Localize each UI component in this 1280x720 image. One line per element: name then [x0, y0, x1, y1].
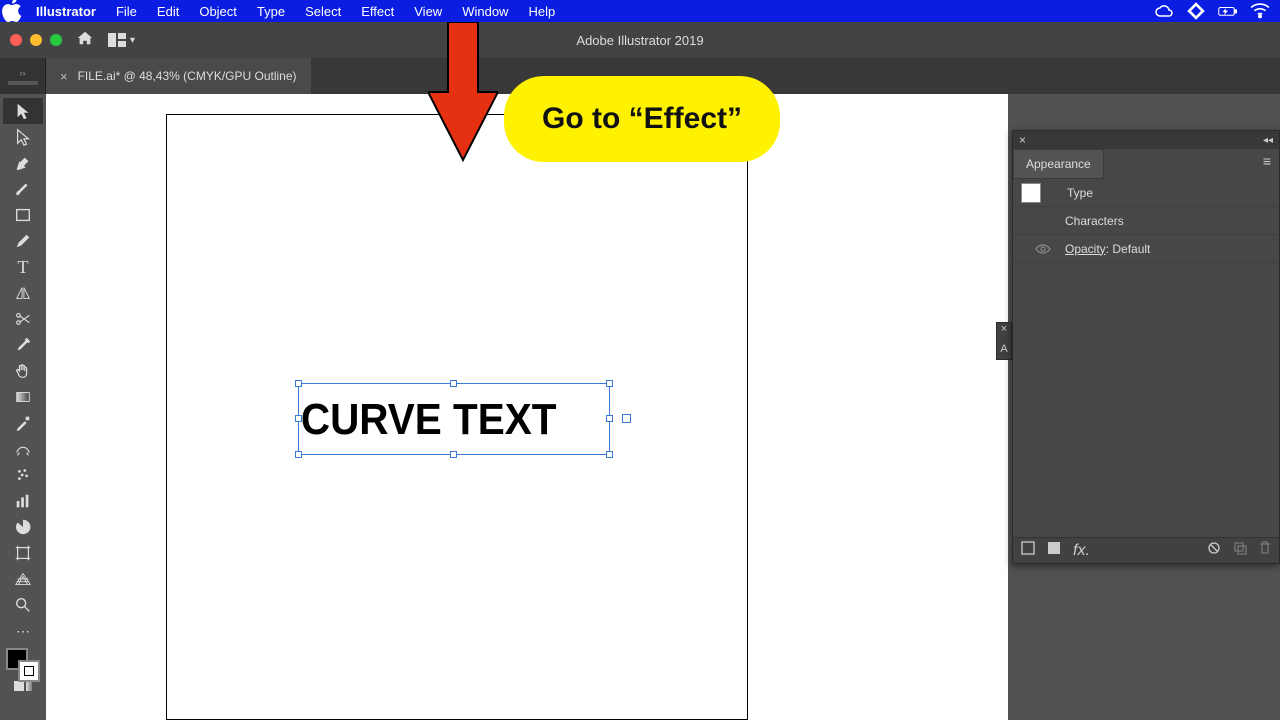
- text-content: CURVE TEXT: [299, 384, 584, 456]
- arrange-documents-button[interactable]: ▾: [108, 33, 135, 47]
- menu-select[interactable]: Select: [295, 4, 351, 19]
- menu-effect[interactable]: Effect: [351, 4, 404, 19]
- pie-chart-tool[interactable]: [3, 514, 43, 540]
- expand-panels-button[interactable]: ››: [0, 58, 46, 94]
- opacity-value: : Default: [1106, 242, 1151, 256]
- collapsed-panel-tab[interactable]: × A: [996, 322, 1012, 360]
- add-effect-icon[interactable]: fx.: [1073, 542, 1090, 560]
- app-title: Adobe Illustrator 2019: [576, 33, 703, 48]
- menu-view[interactable]: View: [404, 4, 452, 19]
- appearance-panel-footer: fx.: [1013, 537, 1279, 563]
- row-label: Type: [1067, 186, 1093, 200]
- add-fill-icon[interactable]: [1047, 541, 1061, 560]
- type-tool[interactable]: T: [3, 254, 43, 280]
- resize-handle[interactable]: [450, 380, 457, 387]
- duplicate-item-icon[interactable]: [1233, 541, 1247, 560]
- appearance-row-characters[interactable]: Characters: [1013, 207, 1279, 235]
- paintbrush-tool[interactable]: [3, 176, 43, 202]
- direct-selection-tool[interactable]: [3, 124, 43, 150]
- color-picker-tool[interactable]: [3, 410, 43, 436]
- clear-appearance-icon[interactable]: [1207, 541, 1221, 560]
- close-icon[interactable]: ×: [997, 323, 1011, 339]
- type-swatch: [1021, 183, 1041, 203]
- pen-tool[interactable]: [3, 150, 43, 176]
- document-tab-label: FILE.ai* @ 48,43% (CMYK/GPU Outline): [78, 69, 297, 83]
- hand-tool[interactable]: [3, 358, 43, 384]
- row-label: Characters: [1065, 214, 1124, 228]
- menu-edit[interactable]: Edit: [147, 4, 189, 19]
- window-controls: [0, 34, 62, 46]
- panel-close-icon[interactable]: ×: [1013, 133, 1032, 147]
- zoom-tool[interactable]: [3, 592, 43, 618]
- resize-handle[interactable]: [295, 380, 302, 387]
- callout-text: Go to “Effect”: [542, 102, 742, 135]
- close-tab-icon[interactable]: ×: [60, 69, 68, 84]
- battery-icon[interactable]: [1218, 3, 1238, 19]
- warp-tool[interactable]: [3, 436, 43, 462]
- appearance-panel: × ◂◂ Appearance ≡ Type Characters Opacit…: [1012, 130, 1280, 564]
- color-mode-row[interactable]: [3, 682, 43, 698]
- scissors-tool[interactable]: [3, 306, 43, 332]
- menu-file[interactable]: File: [106, 4, 147, 19]
- menu-type[interactable]: Type: [247, 4, 295, 19]
- chevron-down-icon: ▾: [130, 35, 135, 46]
- zoom-window-button[interactable]: [50, 34, 62, 46]
- appearance-row-opacity[interactable]: Opacity: Default: [1013, 235, 1279, 263]
- resize-handle[interactable]: [606, 415, 613, 422]
- menu-object[interactable]: Object: [189, 4, 247, 19]
- edit-toolbar-button[interactable]: ⋯: [3, 618, 43, 644]
- selection-tool[interactable]: [3, 98, 43, 124]
- wifi-icon[interactable]: [1250, 3, 1270, 19]
- document-tab[interactable]: × FILE.ai* @ 48,43% (CMYK/GPU Outline): [46, 58, 311, 94]
- macos-menubar: Illustrator File Edit Object Type Select…: [0, 0, 1280, 22]
- panel-collapse-icon[interactable]: ◂◂: [1263, 135, 1279, 146]
- artboard-tool[interactable]: [3, 540, 43, 566]
- eyedropper-tool[interactable]: [3, 332, 43, 358]
- resize-handle[interactable]: [606, 451, 613, 458]
- resize-handle[interactable]: [606, 380, 613, 387]
- app-name: Illustrator: [26, 4, 106, 19]
- visibility-toggle-icon[interactable]: [1021, 243, 1065, 255]
- menu-window[interactable]: Window: [452, 4, 518, 19]
- resize-handle[interactable]: [295, 451, 302, 458]
- collapsed-panel-label: A: [997, 339, 1011, 359]
- diamond-icon[interactable]: [1186, 3, 1206, 19]
- stroke-color[interactable]: [18, 660, 40, 682]
- add-stroke-icon[interactable]: [1021, 541, 1035, 560]
- annotation-arrow: [428, 22, 498, 167]
- menu-help[interactable]: Help: [518, 4, 565, 19]
- minimize-window-button[interactable]: [30, 34, 42, 46]
- appearance-row-type[interactable]: Type: [1013, 179, 1279, 207]
- cc-cloud-icon[interactable]: [1154, 3, 1174, 19]
- text-out-port[interactable]: [622, 414, 631, 423]
- tools-panel: T ⋯: [0, 94, 46, 720]
- delete-item-icon[interactable]: [1259, 541, 1271, 560]
- resize-handle[interactable]: [295, 415, 302, 422]
- selected-text-object[interactable]: CURVE TEXT: [298, 383, 610, 455]
- reflect-tool[interactable]: [3, 280, 43, 306]
- column-graph-tool[interactable]: [3, 488, 43, 514]
- perspective-grid-tool[interactable]: [3, 566, 43, 592]
- appearance-tab[interactable]: Appearance: [1013, 149, 1104, 179]
- gradient-tool[interactable]: [3, 384, 43, 410]
- resize-handle[interactable]: [450, 451, 457, 458]
- close-window-button[interactable]: [10, 34, 22, 46]
- panel-menu-icon[interactable]: ≡: [1255, 149, 1279, 179]
- app-titlebar: ▾ Adobe Illustrator 2019: [0, 22, 1280, 58]
- symbol-sprayer-tool[interactable]: [3, 462, 43, 488]
- home-icon[interactable]: [76, 29, 94, 52]
- pencil-tool[interactable]: [3, 228, 43, 254]
- fill-stroke-swatch[interactable]: [6, 648, 40, 682]
- annotation-callout: Go to “Effect”: [504, 76, 780, 162]
- opacity-label: Opacity: [1065, 242, 1106, 256]
- rectangle-tool[interactable]: [3, 202, 43, 228]
